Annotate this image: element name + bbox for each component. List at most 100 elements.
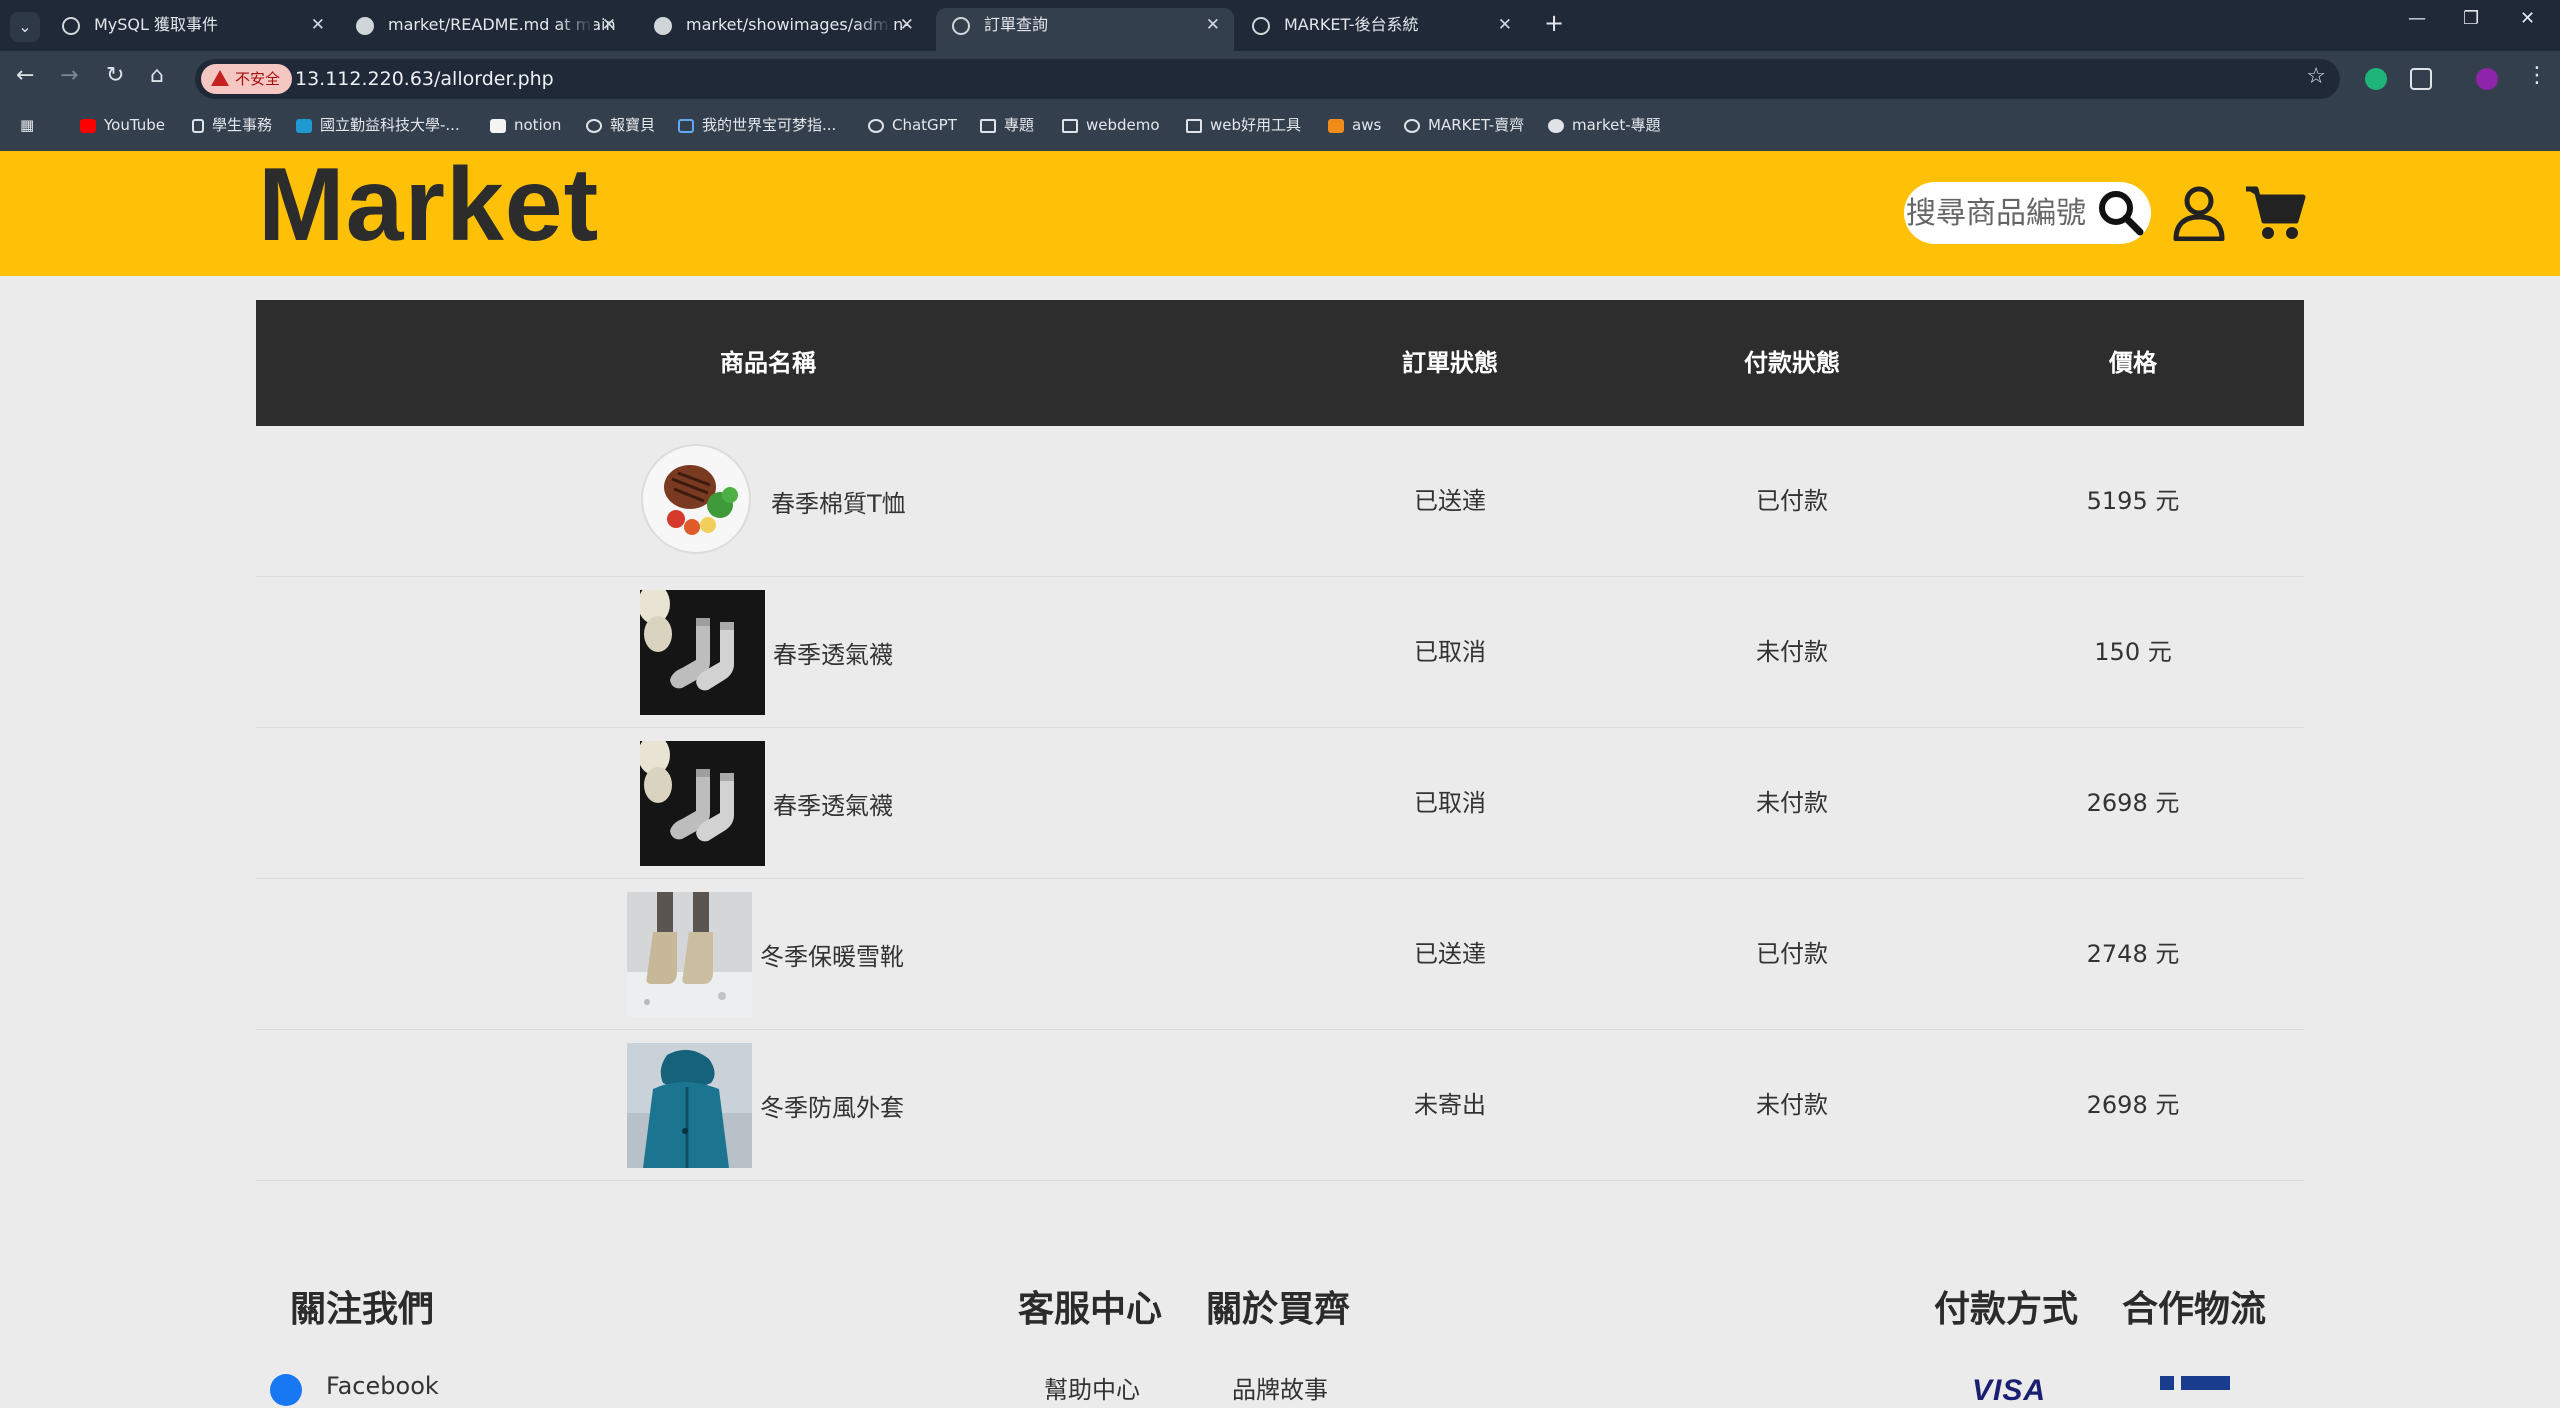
product-name[interactable]: 冬季保暖雪靴 [760,937,904,972]
site-logo[interactable]: Market [258,153,599,257]
product-cell[interactable]: 冬季防風外套 [627,1030,904,1181]
security-label: 不安全 [235,70,281,88]
table-row[interactable]: 春季棉質T恤 已送達 已付款 5195 元 [256,426,2304,577]
user-icon[interactable] [2172,185,2226,241]
table-header: 商品名稱 訂單狀態 付款狀態 價格 [256,300,2304,426]
product-cell[interactable]: 春季透氣襪 [640,577,893,728]
header-payment-status: 付款狀態 [1744,349,1840,377]
reload-icon[interactable]: ↻ [106,63,124,88]
close-tab-icon[interactable]: ✕ [1498,8,1512,42]
price: 2698 元 [2086,789,2180,817]
tab-order-query[interactable]: 訂單查詢 ✕ [936,8,1234,51]
tab-showimages[interactable]: market/showimages/admin- ✕ [638,8,928,51]
restore-icon[interactable]: ❐ [2463,8,2479,29]
payment-status: 未付款 [1756,1091,1828,1119]
browser-toolbar: ← → ↻ ⌂ 不安全 13.112.220.63/allorder.php ☆… [0,51,2560,106]
product-cell[interactable]: 春季棉質T恤 [638,426,906,577]
profile-avatar[interactable] [2476,68,2498,90]
table-row[interactable]: 春季透氣襪 已取消 未付款 150 元 [256,577,2304,728]
globe-icon [1252,17,1270,35]
forward-icon[interactable]: → [60,63,78,88]
header-order-status: 訂單狀態 [1402,349,1498,377]
new-tab-icon[interactable]: + [1544,9,1564,37]
tab-title: 訂單查詢 [984,15,1049,34]
product-name[interactable]: 春季棉質T恤 [771,484,906,519]
facebook-icon [270,1374,302,1406]
logistics-logo [2160,1376,2230,1390]
url-text[interactable]: 13.112.220.63/allorder.php [295,59,554,99]
product-name[interactable]: 春季透氣襪 [773,635,893,670]
bookmark-youtube[interactable]: YouTube [80,106,165,144]
footer-heading-service: 客服中心 [1018,1289,1163,1330]
bookmark-star-icon[interactable]: ☆ [2306,64,2326,89]
bookmark-chatgpt[interactable]: ChatGPT [868,106,957,144]
bookmark-bao[interactable]: 報寶貝 [586,106,655,144]
back-icon[interactable]: ← [16,63,34,88]
extensions-puzzle-icon[interactable] [2410,68,2432,90]
help-center-link[interactable]: 幫助中心 [1044,1370,1140,1405]
github-icon [654,17,672,35]
close-tab-icon[interactable]: ✕ [311,8,325,42]
globe-icon [952,17,970,35]
tab-search-dropdown[interactable]: ⌄ [10,12,40,42]
tab-title: MARKET-後台系統 [1284,15,1419,34]
footer-heading-follow: 關注我們 [290,1289,435,1330]
close-tab-icon[interactable]: ✕ [1206,8,1220,42]
header-price: 價格 [2109,349,2157,377]
search-icon[interactable] [2096,188,2146,238]
bookmark-folder-webtools[interactable]: web好用工具 [1186,106,1301,144]
visa-logo: VISA [1972,1374,2047,1407]
bookmark-market-project[interactable]: market-專題 [1548,106,1661,144]
product-cell[interactable]: 冬季保暖雪靴 [627,879,904,1030]
price: 5195 元 [2086,487,2180,515]
chatgpt-icon [62,17,80,35]
bookmark-student-affairs[interactable]: 學生事務 [192,106,272,144]
bookmark-pokemon[interactable]: 我的世界宝可梦指... [678,106,836,144]
site-header: Market [0,151,2560,276]
security-chip[interactable]: 不安全 [201,64,293,94]
close-tab-icon[interactable]: ✕ [602,8,616,42]
tab-market-admin[interactable]: MARKET-後台系統 ✕ [1236,8,1526,51]
extension-icon[interactable] [2365,68,2387,90]
bookmark-aws[interactable]: aws [1328,106,1381,144]
window-close-icon[interactable]: ✕ [2520,8,2535,29]
order-status: 已送達 [1414,487,1486,515]
order-status: 已送達 [1414,940,1486,968]
bookmark-folder-webdemo[interactable]: webdemo [1062,106,1160,144]
product-image-snow-boots [627,892,752,1017]
brand-story-link[interactable]: 品牌故事 [1232,1370,1328,1405]
bookmarks-bar: ▦ YouTube 學生事務 國立勤益科技大學-... notion 報寶貝 我… [0,106,2560,151]
bookmark-notion[interactable]: notion [490,106,561,144]
tab-readme[interactable]: market/README.md at main ✕ [340,8,630,51]
browser-tab-strip: ⌄ MySQL 獲取事件 ✕ market/README.md at main … [0,0,2560,51]
order-status: 已取消 [1414,789,1486,817]
table-row[interactable]: 冬季防風外套 未寄出 未付款 2698 元 [256,1030,2304,1181]
price: 2748 元 [2086,940,2180,968]
apps-grid-icon[interactable]: ▦ [20,106,34,144]
minimize-icon[interactable]: — [2408,8,2426,29]
product-name[interactable]: 春季透氣襪 [773,786,893,821]
product-name[interactable]: 冬季防風外套 [760,1088,904,1123]
search-input[interactable] [1904,182,2104,244]
bookmark-folder-project[interactable]: 專題 [980,106,1034,144]
product-cell[interactable]: 春季透氣襪 [640,728,893,879]
address-bar[interactable]: 不安全 13.112.220.63/allorder.php ☆ [195,59,2340,99]
table-row[interactable]: 冬季保暖雪靴 已送達 已付款 2748 元 [256,879,2304,1030]
orders-table: 商品名稱 訂單狀態 付款狀態 價格 春季棉質T恤 已送達 已付款 5195 元 [256,300,2304,1181]
bookmark-ncut[interactable]: 國立勤益科技大學-... [296,106,460,144]
warning-icon [211,70,229,86]
tab-title: MySQL 獲取事件 [94,15,219,34]
product-image-teal-jacket [627,1043,752,1168]
search-box [1904,182,2151,244]
payment-status: 已付款 [1756,940,1828,968]
payment-status: 已付款 [1756,487,1828,515]
table-row[interactable]: 春季透氣襪 已取消 未付款 2698 元 [256,728,2304,879]
close-tab-icon[interactable]: ✕ [900,8,914,42]
footer-heading-payment: 付款方式 [1934,1289,2079,1330]
home-icon[interactable]: ⌂ [150,63,164,88]
menu-icon[interactable]: ⋮ [2526,63,2548,88]
tab-mysql[interactable]: MySQL 獲取事件 ✕ [46,8,339,51]
cart-icon[interactable] [2244,185,2306,241]
product-image-steak-plate [638,439,763,564]
bookmark-market-shop[interactable]: MARKET-賣齊 [1404,106,1524,144]
